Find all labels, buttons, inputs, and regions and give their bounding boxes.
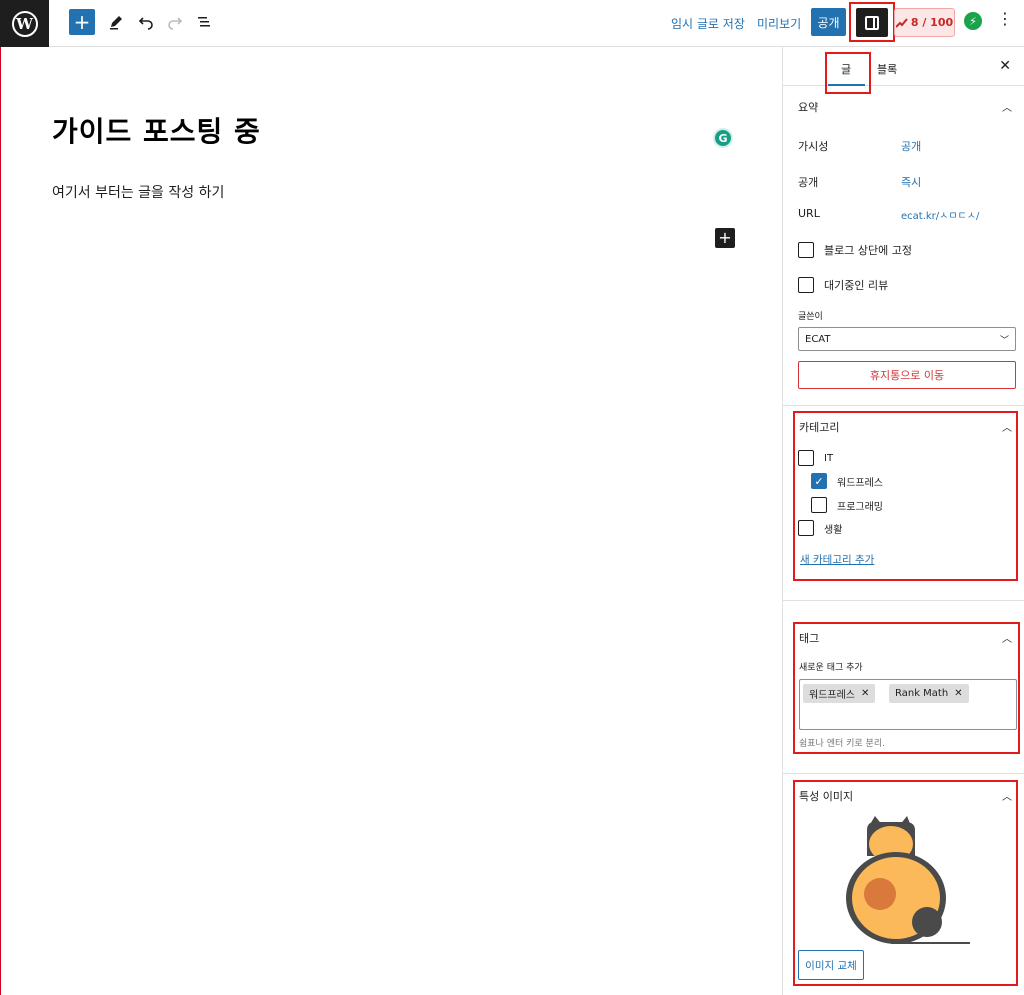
rank-math-score: 8 / 100 [910,16,954,29]
tag-chip-label: Rank Math [895,688,949,699]
author-label: 글쓴이 [798,312,823,322]
chevron-up-icon[interactable]: ︿ [1002,99,1012,114]
divider [783,600,1024,601]
editor-canvas[interactable]: 가이드 포스팅 중 G 여기서 부터는 글을 작성 하기 + [0,47,782,995]
summary-panel: 요약 ︿ 가시성 공개 공개 즉시 URL ecat.kr/ㅅㅁㄷㅅ/ 블로그 … [783,87,1024,406]
author-select[interactable]: ECAT ﹀ [798,327,1016,351]
add-tag-label: 새로운 태그 추가 [799,663,863,673]
category-item[interactable]: 프로그래밍 [811,497,883,513]
category-item[interactable]: 생활 [798,520,842,536]
category-checkbox[interactable] [798,450,814,466]
jetpack-bolt-icon[interactable]: ⚡ [964,12,982,30]
redo-icon [168,17,183,30]
tag-help-text: 쉼표나 엔터 키로 분리. [799,739,885,749]
post-title[interactable]: 가이드 포스팅 중 [52,110,261,150]
pencil-icon [110,16,122,30]
visibility-label: 가시성 [798,140,829,153]
add-new-category-link[interactable]: 새 카테고리 추가 [800,552,874,567]
chevron-up-icon[interactable]: ︿ [1002,630,1012,645]
preview-button[interactable]: 미리보기 [757,15,801,32]
chevron-up-icon[interactable]: ︿ [1002,419,1012,434]
sidebar-tabs: 글 블록 ✕ [783,47,1024,94]
rank-math-score-button[interactable]: 8 / 100 [894,8,955,37]
settings-button[interactable] [856,8,888,37]
chevron-up-icon[interactable]: ︿ [1002,788,1012,803]
category-item[interactable]: ✓ 워드프레스 [811,473,883,489]
undo-button[interactable] [135,11,157,33]
chevron-down-icon: ﹀ [999,335,1009,346]
category-checkbox-checked[interactable]: ✓ [811,473,827,489]
wordpress-logo-icon: W [11,10,38,37]
publish-button[interactable]: 공개 [811,8,846,36]
sidebar-panel-icon [865,15,879,30]
sticky-checkbox-row[interactable]: 블로그 상단에 고정 [798,242,912,258]
tag-chip-label: 워드프레스 [809,690,855,701]
redo-button[interactable] [164,11,186,33]
category-checkbox[interactable] [798,520,814,536]
summary-title[interactable]: 요약 [798,99,818,115]
url-label: URL [798,207,820,220]
close-icon[interactable]: ✕ [999,58,1011,74]
category-label: 워드프레스 [837,477,883,489]
pending-review-checkbox[interactable] [798,277,814,293]
category-checkbox[interactable] [811,497,827,513]
undo-icon [138,17,153,30]
featured-image-panel: 특성 이미지 ︿ 이미지 교체 [793,780,1018,986]
category-label: IT [824,452,834,464]
url-value[interactable]: ecat.kr/ㅅㅁㄷㅅ/ [901,207,979,222]
paragraph-block[interactable]: 여기서 부터는 글을 작성 하기 [52,182,224,202]
sticky-label: 블로그 상단에 고정 [824,244,912,257]
tab-block[interactable]: 블록 [877,61,897,77]
grammarly-icon[interactable]: G [713,128,733,148]
document-overview-button[interactable] [193,11,215,33]
add-block-button[interactable]: + [69,9,95,35]
rank-math-icon [895,17,908,28]
more-options-icon[interactable]: ⋮ [997,11,1013,27]
category-item[interactable]: IT [798,450,833,466]
tag-chip: 워드프레스 ✕ [803,684,876,703]
settings-sidebar: 글 블록 ✕ 요약 ︿ 가시성 공개 공개 즉시 URL ecat.kr/ㅅㅁㄷ… [782,47,1024,995]
category-label: 생활 [824,524,843,536]
author-value: ECAT [805,333,831,345]
publish-label: 공개 [798,176,819,189]
tag-input-field[interactable]: 워드프레스 ✕ Rank Math ✕ [799,679,1017,730]
featured-image-preview[interactable] [845,816,970,944]
pending-review-row[interactable]: 대기중인 리뷰 [798,277,888,293]
replace-image-button[interactable]: 이미지 교체 [798,950,864,980]
list-view-icon [198,17,210,27]
edit-tool-button[interactable] [105,11,127,33]
wordpress-logo-button[interactable]: W [0,0,49,47]
publish-value[interactable]: 즉시 [901,174,921,190]
tag-chip: Rank Math ✕ [889,684,969,703]
category-label: 프로그래밍 [837,501,883,513]
sticky-checkbox[interactable] [798,242,814,258]
save-draft-button[interactable]: 임시 글로 저장 [671,15,745,32]
divider [783,773,1024,774]
inline-add-block-button[interactable]: + [715,228,735,248]
tags-title[interactable]: 태그 [799,630,819,646]
featured-image-title[interactable]: 특성 이미지 [799,788,853,804]
remove-tag-icon[interactable]: ✕ [954,688,962,699]
categories-title[interactable]: 카테고리 [799,419,839,435]
tags-panel: 태그 ︿ 새로운 태그 추가 워드프레스 ✕ Rank Math ✕ 쉼표나 엔… [793,622,1020,754]
editor-toolbar: W + 임시 글로 저장 미리보기 공개 8 / 100 ⚡ ⋮ [0,0,1024,47]
move-to-trash-button[interactable]: 휴지통으로 이동 [798,361,1016,389]
visibility-value[interactable]: 공개 [901,138,921,154]
categories-panel: 카테고리 ︿ IT ✓ 워드프레스 프로그래밍 생활 새 카테고리 추가 [793,411,1018,581]
pending-review-label: 대기중인 리뷰 [824,279,889,292]
remove-tag-icon[interactable]: ✕ [861,688,869,699]
